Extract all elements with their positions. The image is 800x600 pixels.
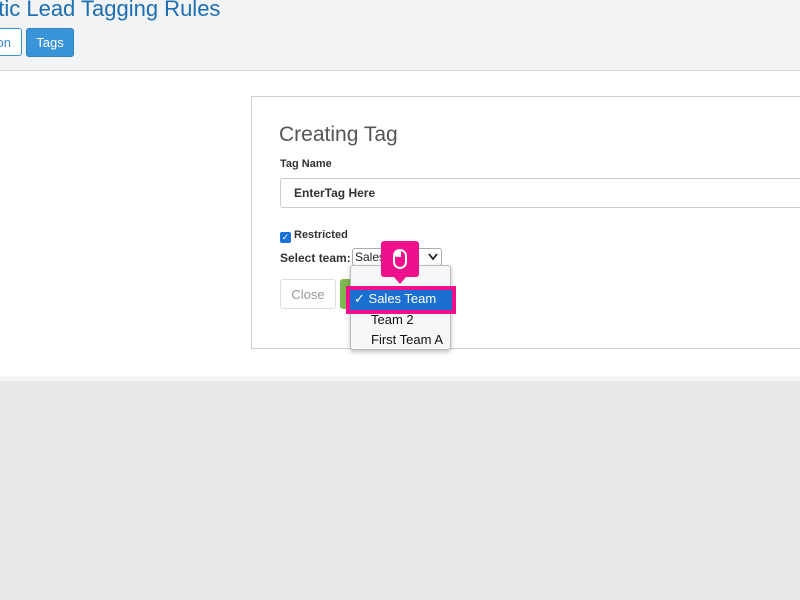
dropdown-option-label: Sales Team — [368, 291, 437, 306]
divider — [0, 376, 800, 381]
mouse-icon — [381, 241, 419, 284]
tag-name-label: Tag Name — [280, 158, 332, 170]
dropdown-option-first-team-a[interactable]: First Team A — [371, 332, 443, 347]
restricted-label: Restricted — [294, 229, 348, 241]
create-tag-modal: Creating Tag Tag Name EnterTag Here ✓ Re… — [251, 96, 800, 349]
dropdown-option-sales-team[interactable]: ✓ Sales Team — [346, 286, 456, 314]
nav-button-partial[interactable]: on — [0, 28, 22, 56]
modal-title: Creating Tag — [279, 123, 398, 146]
dropdown-option-team-2[interactable]: Team 2 — [371, 312, 414, 327]
header-bar: atic Lead Tagging Rules on Tags — [0, 0, 800, 70]
close-button[interactable]: Close — [280, 279, 336, 309]
tag-name-input[interactable]: EnterTag Here — [280, 178, 800, 208]
restricted-checkbox[interactable]: ✓ — [280, 232, 291, 243]
page-title: atic Lead Tagging Rules — [0, 0, 221, 21]
check-mark-icon: ✓ — [354, 291, 365, 306]
checkbox-check-icon: ✓ — [281, 232, 290, 242]
tags-button[interactable]: Tags — [26, 28, 74, 57]
select-team-label: Select team: — [280, 251, 351, 265]
